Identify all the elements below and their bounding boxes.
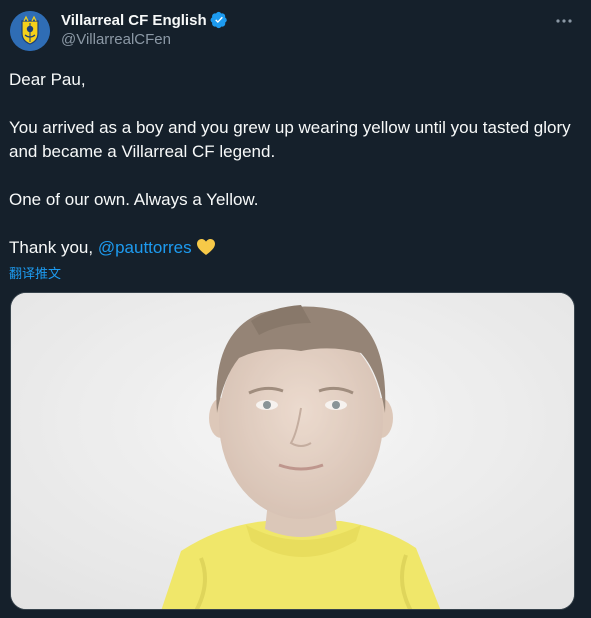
- author-handle[interactable]: @VillarrealCFen: [61, 31, 228, 48]
- verified-badge-icon: [210, 11, 228, 29]
- display-name-row: Villarreal CF English: [61, 10, 228, 30]
- author-names: Villarreal CF English @VillarrealCFen: [61, 10, 228, 48]
- avatar[interactable]: [10, 11, 50, 51]
- more-options-icon[interactable]: [553, 12, 575, 30]
- translate-tweet-link[interactable]: 翻译推文: [9, 263, 61, 282]
- tweet-line: One of our own. Always a Yellow.: [9, 190, 259, 209]
- tweet-media-photo[interactable]: [10, 292, 575, 610]
- thanks-text: Thank you,: [9, 238, 98, 257]
- tweet-line: You arrived as a boy and you grew up wea…: [9, 118, 571, 161]
- tweet-line-thanks: Thank you, @pauttorres: [9, 236, 579, 260]
- tweet-text: Dear Pau, You arrived as a boy and you g…: [9, 68, 579, 260]
- tweet-line: Dear Pau,: [9, 70, 86, 89]
- photo-boy-yellow-shirt: [11, 293, 574, 609]
- tweet-header: Villarreal CF English @VillarrealCFen: [10, 10, 581, 52]
- display-name[interactable]: Villarreal CF English: [61, 12, 207, 29]
- tweet-card: Villarreal CF English @VillarrealCFen De…: [0, 0, 591, 618]
- yellow-heart-icon: [196, 238, 216, 256]
- mention-link[interactable]: @pauttorres: [98, 238, 192, 257]
- villarreal-crest-icon: [10, 11, 50, 51]
